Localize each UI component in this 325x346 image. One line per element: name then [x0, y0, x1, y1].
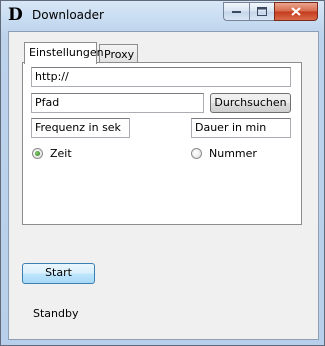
duration-field[interactable]: Dauer in min [191, 118, 291, 138]
browse-button[interactable]: Durchsuchen [210, 93, 291, 113]
close-icon [291, 7, 301, 16]
radio-number-indicator[interactable] [191, 147, 202, 159]
radio-number-label: Nummer [209, 146, 257, 160]
status-text: Standby [33, 307, 79, 320]
radio-number[interactable]: Nummer [191, 146, 257, 160]
radio-time-indicator[interactable] [32, 147, 43, 159]
minimize-button[interactable] [223, 2, 249, 21]
close-button[interactable] [274, 2, 318, 21]
caption-buttons [223, 2, 318, 21]
radio-time-label: Zeit [50, 146, 72, 160]
window-title: Downloader [32, 8, 104, 22]
title-bar[interactable]: D Downloader [1, 1, 324, 32]
tab-proxy[interactable]: Proxy [99, 44, 138, 63]
maximize-button[interactable] [249, 2, 274, 21]
app-icon: D [8, 5, 23, 25]
frequency-field[interactable]: Frequenz in sek [31, 118, 130, 138]
radio-time[interactable]: Zeit [32, 146, 72, 160]
start-button[interactable]: Start [22, 263, 95, 284]
minimize-icon [232, 10, 241, 13]
url-field[interactable]: http:// [31, 67, 291, 87]
path-field[interactable]: Pfad [31, 93, 204, 113]
tab-einstellungen[interactable]: Einstellungen [24, 42, 104, 64]
maximize-icon [257, 7, 267, 16]
